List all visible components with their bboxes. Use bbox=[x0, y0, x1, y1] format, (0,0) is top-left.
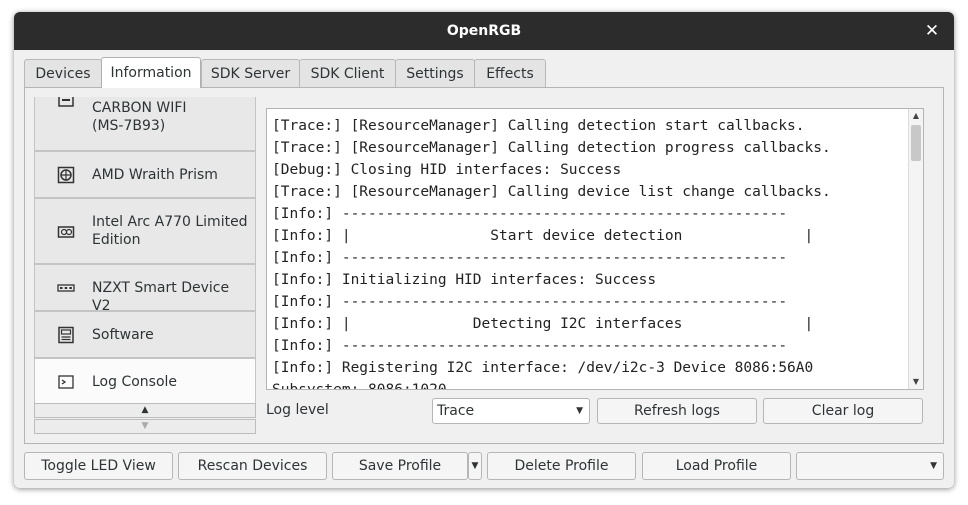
device-item-label: Intel Arc A770 Limited Edition bbox=[92, 214, 248, 248]
log-text: [Trace:] [ResourceManager] Calling detec… bbox=[272, 115, 907, 390]
log-line: [Info:] Initializing HID interfaces: Suc… bbox=[272, 272, 657, 288]
window-title: OpenRGB bbox=[446, 23, 522, 39]
device-list: CARBON WIFI (MS-7B93) AMD Wraith Prism I… bbox=[34, 97, 256, 403]
device-item-amd-wraith-prism[interactable]: AMD Wraith Prism bbox=[34, 151, 256, 198]
gpu-icon bbox=[57, 226, 75, 238]
rescan-devices-button[interactable]: Rescan Devices bbox=[178, 452, 327, 480]
log-line: [Info:] | Detecting I2C interfaces | bbox=[272, 316, 814, 332]
log-line: [Trace:] [ResourceManager] Calling detec… bbox=[272, 118, 805, 134]
tab-effects[interactable]: Effects bbox=[474, 59, 546, 87]
device-item-log-console[interactable]: Log Console bbox=[34, 358, 256, 403]
motherboard-icon bbox=[58, 97, 74, 107]
chevron-down-icon: ▼ bbox=[930, 461, 937, 471]
scroll-down-button[interactable]: ▼ bbox=[34, 419, 256, 434]
tab-sdk-server[interactable]: SDK Server bbox=[201, 59, 300, 87]
log-line: [Info:] --------------------------------… bbox=[272, 250, 788, 266]
tab-settings[interactable]: Settings bbox=[395, 59, 475, 87]
device-item-nzxt-smart-device-v2[interactable]: NZXT Smart Device V2 bbox=[34, 264, 256, 314]
log-line: [Info:] Registering I2C interface: /dev/… bbox=[272, 360, 814, 376]
toggle-led-view-button[interactable]: Toggle LED View bbox=[24, 452, 173, 480]
log-console-output[interactable]: [Trace:] [ResourceManager] Calling detec… bbox=[266, 108, 924, 390]
load-profile-button[interactable]: Load Profile bbox=[642, 452, 791, 480]
tab-devices[interactable]: Devices bbox=[24, 59, 102, 87]
profile-select[interactable]: ▼ bbox=[796, 452, 944, 480]
log-line: [Debug:] Closing HID interfaces: Success bbox=[272, 162, 622, 178]
chevron-down-icon: ▼ bbox=[576, 406, 583, 416]
device-item-label: AMD Wraith Prism bbox=[92, 167, 218, 183]
chevron-down-icon: ▼ bbox=[471, 461, 479, 471]
log-line: [Trace:] [ResourceManager] Calling devic… bbox=[272, 184, 831, 200]
title-bar: OpenRGB ✕ bbox=[14, 12, 954, 50]
device-item-label: Software bbox=[92, 327, 154, 343]
save-profile-button[interactable]: Save Profile bbox=[332, 452, 468, 480]
log-level-select[interactable]: Trace ▼ bbox=[432, 398, 590, 424]
app-window: OpenRGB ✕ Devices Information SDK Server… bbox=[14, 12, 954, 488]
log-line: [Info:] --------------------------------… bbox=[272, 206, 788, 222]
tab-sdk-client[interactable]: SDK Client bbox=[299, 59, 396, 87]
close-icon[interactable]: ✕ bbox=[922, 21, 942, 41]
log-line: [Info:] --------------------------------… bbox=[272, 338, 788, 354]
scrollbar-thumb[interactable] bbox=[911, 125, 921, 161]
device-item-label: CARBON WIFI (MS-7B93) bbox=[92, 100, 187, 134]
device-list-scroller: ▲ ▼ bbox=[34, 403, 256, 435]
delete-profile-button[interactable]: Delete Profile bbox=[487, 452, 636, 480]
device-item-carbon-wifi[interactable]: CARBON WIFI (MS-7B93) bbox=[34, 97, 256, 151]
device-item-intel-arc-a770[interactable]: Intel Arc A770 Limited Edition bbox=[34, 198, 256, 264]
scroll-up-button[interactable]: ▲ bbox=[34, 403, 256, 418]
tab-information[interactable]: Information bbox=[101, 57, 201, 88]
scroll-down-icon[interactable]: ▼ bbox=[909, 375, 923, 389]
device-item-software[interactable]: Software bbox=[34, 311, 256, 358]
log-line: [Info:] --------------------------------… bbox=[272, 294, 788, 310]
log-line: Subsystem: 8086:1020 bbox=[272, 382, 447, 390]
log-scrollbar[interactable]: ▲ ▼ bbox=[908, 109, 923, 389]
save-profile-menu-button[interactable]: ▼ bbox=[468, 452, 482, 480]
refresh-logs-button[interactable]: Refresh logs bbox=[597, 398, 757, 424]
log-level-value: Trace bbox=[437, 403, 475, 419]
cooler-icon bbox=[57, 166, 75, 184]
device-item-label: NZXT Smart Device V2 bbox=[92, 280, 230, 314]
log-level-label: Log level bbox=[266, 402, 329, 418]
log-line: [Trace:] [ResourceManager] Calling detec… bbox=[272, 140, 831, 156]
console-icon bbox=[58, 375, 74, 389]
device-item-label: Log Console bbox=[92, 374, 178, 390]
software-icon bbox=[58, 326, 74, 344]
ledstrip-icon bbox=[57, 284, 75, 292]
clear-log-button[interactable]: Clear log bbox=[763, 398, 923, 424]
scroll-up-icon[interactable]: ▲ bbox=[909, 109, 923, 123]
log-line: [Info:] | Start device detection | bbox=[272, 228, 814, 244]
